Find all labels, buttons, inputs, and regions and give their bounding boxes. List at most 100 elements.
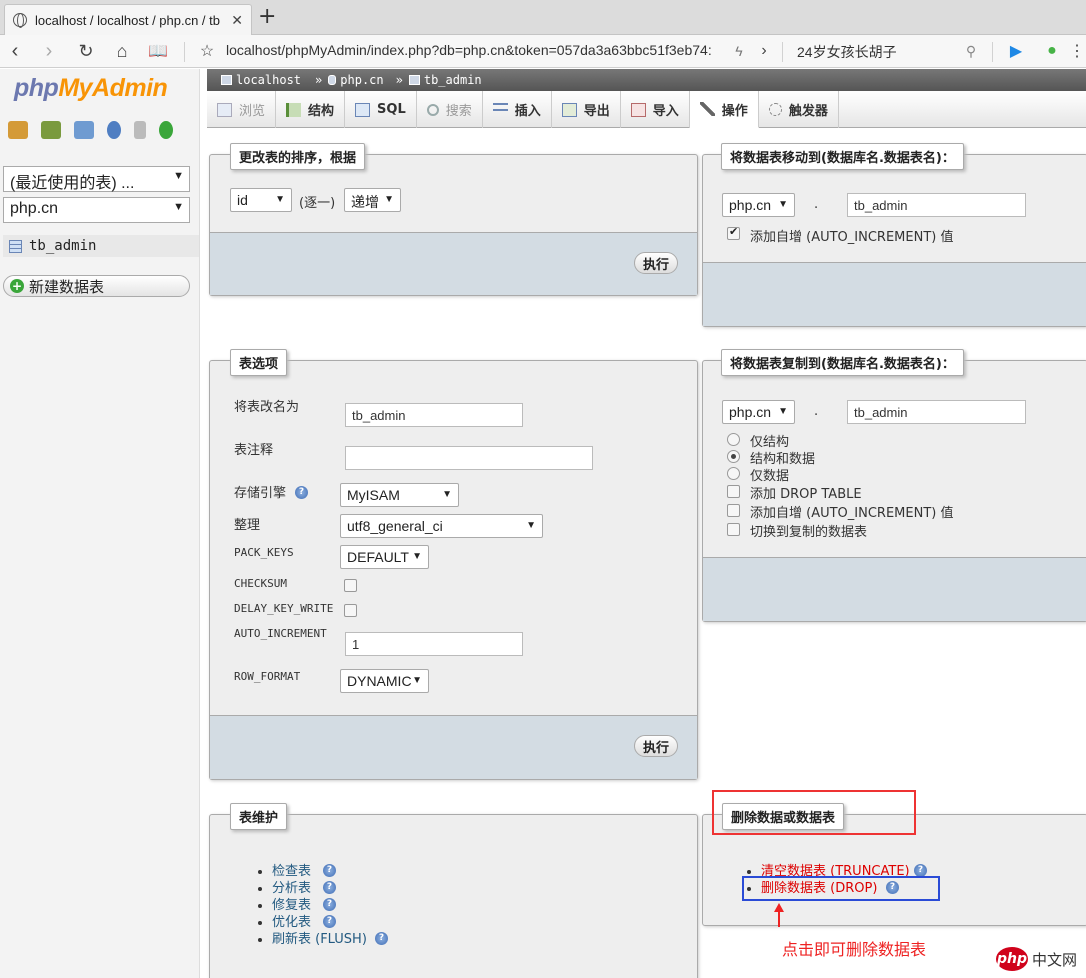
help-icon[interactable]: ? [323,915,336,928]
reload-icon[interactable]: ↻ [74,39,98,63]
move-db-select[interactable]: php.cn ▼ [722,193,795,217]
reload-nav-icon[interactable] [159,121,173,139]
chevron-right-icon[interactable]: › [756,39,772,63]
tab-sql[interactable]: SQL [345,91,417,128]
server-icon [221,75,232,85]
sidebar-item-tb-admin[interactable]: tb_admin [3,235,199,257]
comment-input[interactable] [345,446,593,470]
move-table-name-input[interactable]: tb_admin [847,193,1026,217]
delay-key-write-checkbox[interactable] [344,604,357,617]
row-format-select[interactable]: DYNAMIC ▼ [340,669,429,693]
triggers-icon [768,103,782,116]
help-icon[interactable]: ? [375,932,388,945]
help-icon[interactable]: ? [295,486,308,499]
checksum-checkbox[interactable] [344,579,357,592]
pack-keys-select[interactable]: DEFAULT ▼ [340,545,429,569]
help-icon[interactable]: ? [323,881,336,894]
insert-icon [492,102,508,117]
table-options-panel: 表选项 将表改名为 tb_admin 表注释 存储引擎 ? MyISAM ▼ 整理… [209,349,698,780]
copy-auto-increment-label: 添加自增 (AUTO_INCREMENT) 值 [750,506,954,521]
highlight-box-blue [742,876,940,901]
url-bar[interactable]: localhost/phpMyAdmin/index.php?db=php.cn… [226,42,722,58]
table-icon [408,75,420,85]
tab-import[interactable]: 导入 [621,91,690,128]
move-auto-increment-checkbox[interactable] [727,225,740,240]
database-select[interactable]: php.cn ▼ [3,197,190,223]
data-only-radio[interactable] [727,467,740,480]
table-options-go-button[interactable]: 执行 [633,735,678,757]
copy-table-name-input[interactable]: tb_admin [847,400,1026,424]
docs-icon[interactable] [107,121,121,139]
alter-order-legend: 更改表的排序，根据 [230,143,366,170]
pack-keys-label: PACK_KEYS [234,546,294,559]
home-icon[interactable] [8,121,28,139]
tab-export[interactable]: 导出 [552,91,621,128]
play-icon[interactable]: ▶ [1006,39,1026,63]
sql-docs-icon[interactable] [134,121,146,139]
structure-only-radio[interactable] [727,433,740,446]
order-direction-select[interactable]: 递增 ▼ [344,188,401,212]
tab-structure[interactable]: 结构 [276,91,346,128]
separator [782,42,783,62]
separator: » [315,73,323,87]
switch-to-copied-checkbox[interactable] [727,523,740,536]
tab-search[interactable]: 搜索 [417,91,483,128]
row-format-label: ROW_FORMAT [234,670,301,683]
add-drop-table-checkbox[interactable] [727,485,740,498]
structure-icon [286,102,302,117]
engine-label: 存储引擎 [234,486,287,501]
lightning-icon[interactable]: ϟ [731,39,747,63]
rename-label: 将表改名为 [234,400,300,415]
table-icon [9,239,22,253]
back-icon[interactable]: ‹ [4,39,26,63]
exit-icon[interactable] [41,121,61,139]
singly-label: (逐一) [299,196,336,211]
tab-browse[interactable]: 浏览 [207,91,277,128]
table-maintenance-legend: 表维护 [230,803,288,830]
forward-icon[interactable]: › [38,39,60,63]
tab-insert[interactable]: 插入 [483,91,552,128]
engine-select[interactable]: MyISAM ▼ [340,483,459,507]
search-icon[interactable]: ⚲ [962,39,980,63]
phpmyadmin-logo[interactable]: phpMyAdmin [14,74,168,103]
comment-label: 表注释 [234,443,274,458]
help-icon[interactable]: ? [323,864,336,877]
query-window-icon[interactable] [74,121,94,139]
flush-table-link[interactable]: 刷新表 (FLUSH) [272,932,367,947]
browser-tabbar: localhost / localhost / php.cn / tb ✕ + [0,0,1086,35]
collation-select[interactable]: utf8_general_ci ▼ [340,514,543,538]
delay-key-write-label: DELAY_KEY_WRITE [234,602,334,615]
alter-order-go-button[interactable]: 执行 [633,252,678,274]
switch-to-copied-label: 切换到复制的数据表 [750,525,868,540]
help-icon[interactable]: ? [323,898,336,911]
browser-tab[interactable]: localhost / localhost / php.cn / tb ✕ [4,4,252,35]
breadcrumb-table[interactable]: tb_admin [424,73,482,87]
tab-operations[interactable]: 操作 [689,91,759,128]
table-options-legend: 表选项 [230,349,288,376]
plus-icon: + [10,279,24,293]
breadcrumb-server[interactable]: localhost [236,73,301,87]
home-icon[interactable]: ⌂ [110,39,134,63]
tab-triggers[interactable]: 触发器 [759,91,839,128]
new-tab-button[interactable]: + [258,5,276,29]
reader-icon[interactable]: 📖 [146,39,170,63]
star-icon[interactable]: ☆ [196,39,218,63]
menu-icon[interactable]: ⋮ [1069,39,1085,63]
copy-auto-increment-checkbox[interactable] [727,504,740,517]
copy-table-legend: 将数据表复制到(数据库名.数据表名)： [721,349,964,376]
search-icon [426,103,439,116]
close-tab-icon[interactable]: ✕ [231,12,243,29]
wechat-icon[interactable]: ● [1042,39,1062,63]
list-item: 刷新表 (FLUSH) [258,928,367,947]
breadcrumb-database[interactable]: php.cn [340,73,383,87]
rename-input[interactable]: tb_admin [345,403,523,427]
copy-db-select[interactable]: php.cn ▼ [722,400,795,424]
structure-and-data-radio[interactable] [727,450,740,463]
new-table-button[interactable]: + 新建数据表 [3,275,190,297]
separator [992,42,993,62]
order-column-select[interactable]: id ▼ [230,188,292,212]
recent-tables-select[interactable]: (最近使用的表) ... ▼ [3,166,190,192]
search-box[interactable]: 24岁女孩长胡子 [797,42,897,62]
browser-navbar: ‹ › ↻ ⌂ 📖 ☆ localhost/phpMyAdmin/index.p… [0,35,1086,68]
auto-increment-input[interactable]: 1 [345,632,523,656]
